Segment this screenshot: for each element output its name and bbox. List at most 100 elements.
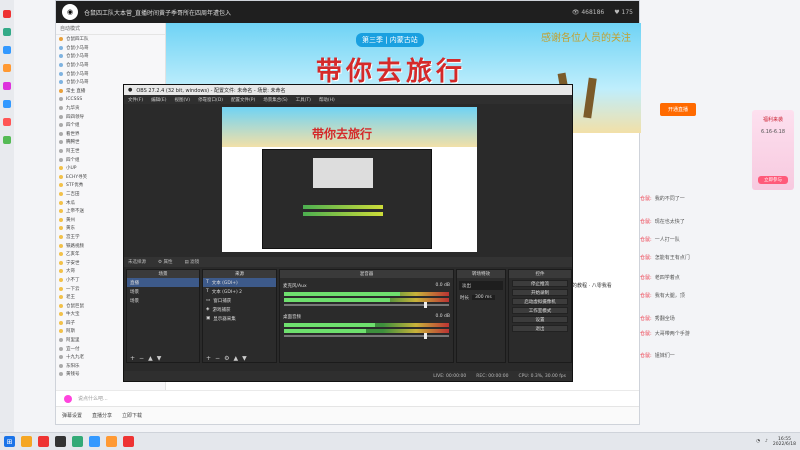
app-icon[interactable] bbox=[106, 436, 117, 447]
gear-icon[interactable]: ⚙ bbox=[224, 355, 229, 362]
app-icon[interactable] bbox=[3, 136, 11, 144]
user-name: 阿王世 bbox=[66, 149, 80, 155]
list-item[interactable]: 仓鼠小马哥 bbox=[56, 61, 165, 70]
channel-avatar[interactable]: ◉ bbox=[62, 4, 78, 20]
menu-item[interactable]: 配置文件(P) bbox=[231, 97, 255, 103]
settings-button[interactable]: 设置 bbox=[512, 316, 568, 323]
remove-icon[interactable]: − bbox=[139, 355, 144, 362]
app-icon[interactable] bbox=[3, 118, 11, 126]
chat-message-author[interactable]: 仓鼠: bbox=[640, 331, 652, 337]
user-name: 阿斯 bbox=[66, 329, 75, 335]
menu-item[interactable]: 编辑(E) bbox=[151, 97, 166, 103]
duration-input[interactable]: 300 ms bbox=[472, 295, 495, 300]
app-icon[interactable] bbox=[3, 28, 11, 36]
mixer-channel-db: 0.0 dB bbox=[435, 314, 450, 319]
preview-nested-obs bbox=[262, 149, 432, 249]
menu-item[interactable]: 文件(F) bbox=[128, 97, 143, 103]
scenes-dock-footer: + − ▲ ▼ bbox=[127, 354, 199, 362]
chat-input[interactable]: 说点什么吧... bbox=[78, 395, 108, 402]
chat-message-author[interactable]: 仓鼠: bbox=[640, 219, 652, 225]
source-item[interactable]: T 文本 (GDI+) bbox=[203, 278, 276, 287]
list-item[interactable]: 仓鼠四工队 bbox=[56, 35, 165, 44]
add-icon[interactable]: + bbox=[130, 355, 135, 362]
source-item[interactable]: ◈ 游戏捕获 bbox=[203, 305, 276, 314]
remove-icon[interactable]: − bbox=[215, 355, 220, 362]
user-level-icon bbox=[59, 157, 63, 162]
windows-start-icon[interactable]: ⊞ bbox=[4, 436, 15, 447]
menu-item[interactable]: 停靠窗口(D) bbox=[198, 97, 223, 103]
volume-slider-knob[interactable] bbox=[424, 302, 428, 308]
user-level-icon bbox=[59, 286, 63, 291]
volume-slider[interactable] bbox=[284, 302, 449, 308]
properties-button[interactable]: ⚙ 属性 bbox=[158, 259, 172, 265]
obs-preview[interactable]: 带你去旅行 bbox=[222, 107, 477, 252]
app-icon[interactable] bbox=[72, 436, 83, 447]
promo-button[interactable]: 立即参与 bbox=[758, 176, 788, 184]
scene-item[interactable]: 场景 bbox=[127, 296, 199, 305]
volume-slider[interactable] bbox=[284, 333, 449, 339]
chat-message-author[interactable]: 仓鼠: bbox=[640, 196, 652, 202]
list-item[interactable]: 仓鼠小马哥 bbox=[56, 52, 165, 61]
app-icon[interactable] bbox=[3, 46, 11, 54]
chat-message-text: 我有大腿，顶 bbox=[654, 293, 685, 299]
chat-message-author[interactable]: 仓鼠: bbox=[640, 293, 652, 299]
clock[interactable]: 16:55 2022/6/18 bbox=[773, 437, 796, 447]
source-item[interactable]: T 文本 (GDI+) 2 bbox=[203, 287, 276, 296]
user-name: 木瓜 bbox=[66, 200, 75, 206]
user-name: 仓鼠四工队 bbox=[66, 37, 89, 43]
filters-button[interactable]: ▤ 滤镜 bbox=[184, 259, 199, 265]
bottom-item[interactable]: 立即下载 bbox=[122, 412, 142, 419]
menu-item[interactable]: 视图(V) bbox=[174, 97, 190, 103]
up-icon[interactable]: ▲ bbox=[148, 355, 153, 362]
app-icon[interactable] bbox=[3, 82, 11, 90]
start-recording-button[interactable]: 开始录制 bbox=[512, 289, 568, 296]
up-icon[interactable]: ▲ bbox=[233, 355, 238, 362]
scene-item[interactable]: 场景 bbox=[127, 287, 199, 296]
add-icon[interactable]: + bbox=[206, 355, 211, 362]
list-item[interactable]: 仓鼠小马哥 bbox=[56, 69, 165, 78]
down-icon[interactable]: ▼ bbox=[242, 355, 247, 362]
chat-message-author[interactable]: 仓鼠: bbox=[640, 316, 652, 322]
chat-message-author[interactable]: 仓鼠: bbox=[640, 275, 652, 281]
bottom-item[interactable]: 弹幕设置 bbox=[62, 412, 82, 419]
chat-message-author[interactable]: 仓鼠: bbox=[640, 353, 652, 359]
list-item[interactable]: 仓鼠小马哥 bbox=[56, 44, 165, 53]
app-icon[interactable] bbox=[3, 10, 11, 18]
scene-item[interactable]: 直播 bbox=[127, 278, 199, 287]
stream-bottom-bar: 弹幕设置 直播分享 立即下载 bbox=[56, 406, 639, 424]
stream-titlebar: ◉ 仓鼠四工队大本营_直播时间黄子季哥所在四周年遭包入 👁 468186 ♥ 1… bbox=[56, 1, 639, 23]
menu-item[interactable]: 场景集合(S) bbox=[263, 97, 287, 103]
app-icon[interactable] bbox=[89, 436, 100, 447]
app-icon[interactable] bbox=[3, 100, 11, 108]
volume-slider-knob[interactable] bbox=[424, 333, 428, 339]
user-list-header[interactable]: 自动模式 bbox=[56, 23, 165, 35]
down-icon[interactable]: ▼ bbox=[157, 355, 162, 362]
chat-input-bar[interactable]: 说点什么吧... bbox=[56, 390, 639, 406]
app-icon[interactable] bbox=[21, 436, 32, 447]
volume-icon[interactable]: ♪ bbox=[765, 439, 768, 444]
source-item[interactable]: ▭ 窗口捕获 bbox=[203, 296, 276, 305]
chat-message-author[interactable]: 仓鼠: bbox=[640, 237, 652, 243]
user-name: 仓鼠小马哥 bbox=[66, 54, 89, 60]
virtual-camera-button[interactable]: 启动虚拟摄像机 bbox=[512, 298, 568, 305]
promo-panel[interactable]: 福利来袭 6.16-6.18 立即参与 bbox=[752, 110, 794, 190]
chat-message-author[interactable]: 仓鼠: bbox=[640, 255, 652, 261]
exit-button[interactable]: 退出 bbox=[512, 325, 568, 332]
app-icon[interactable] bbox=[3, 64, 11, 72]
menu-item[interactable]: 工具(T) bbox=[296, 97, 311, 103]
studio-mode-button[interactable]: 工作室模式 bbox=[512, 307, 568, 314]
start-live-button[interactable]: 开通直播 bbox=[660, 103, 697, 116]
transition-select[interactable]: 淡出 bbox=[459, 281, 503, 290]
banner-title: 带你去旅行 bbox=[316, 57, 467, 87]
source-item[interactable]: ▣ 显示器采集 bbox=[203, 314, 276, 323]
app-icon[interactable] bbox=[123, 436, 134, 447]
clock-date: 2022/6/18 bbox=[772, 441, 796, 447]
source-label: 显示器采集 bbox=[213, 316, 236, 322]
app-icon[interactable] bbox=[55, 436, 66, 447]
stop-streaming-button[interactable]: 停止推流 bbox=[512, 280, 568, 287]
menu-item[interactable]: 帮助(H) bbox=[319, 97, 335, 103]
bottom-item[interactable]: 直播分享 bbox=[92, 412, 112, 419]
preview-nested-meter bbox=[303, 205, 383, 209]
app-icon[interactable] bbox=[38, 436, 49, 447]
network-icon[interactable]: ◔ bbox=[756, 439, 760, 444]
